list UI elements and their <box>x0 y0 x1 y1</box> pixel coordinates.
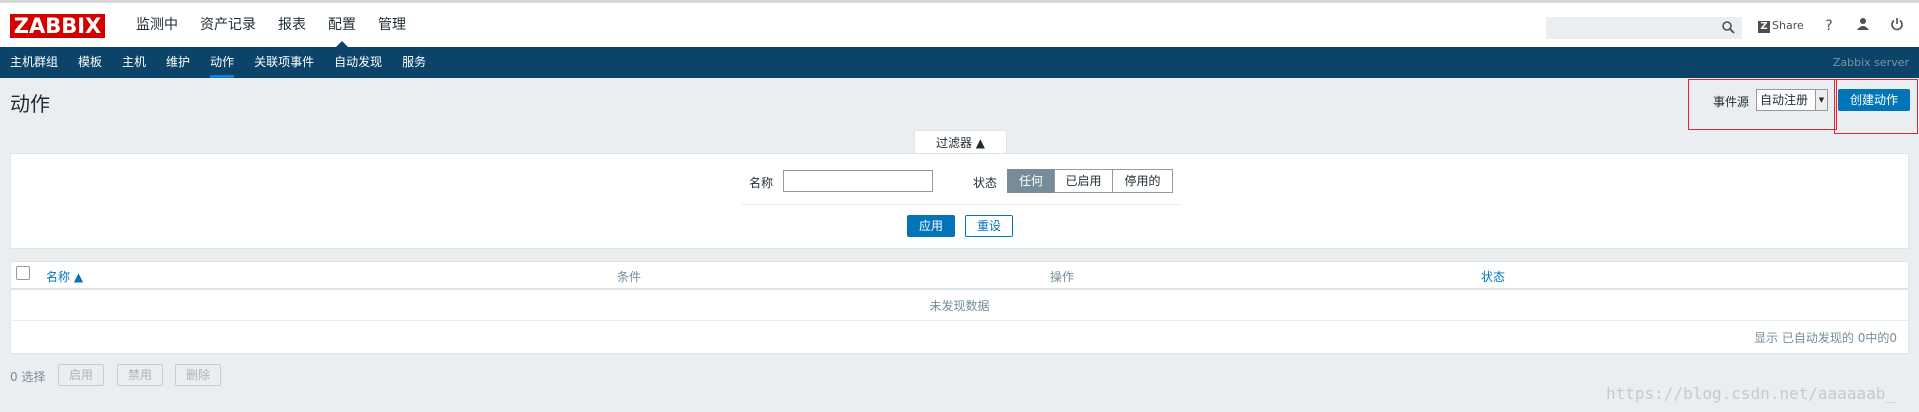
top-header: ZABBIX 监测中 资产记录 报表 配置 管理 Z Share ? <box>0 0 1919 48</box>
no-data-message: 未发现数据 <box>929 299 990 313</box>
subnav-templates[interactable]: 模板 <box>68 47 112 78</box>
filter-name-input[interactable] <box>783 170 933 192</box>
create-action-button[interactable]: 创建动作 <box>1838 89 1910 111</box>
main-nav-inventory[interactable]: 资产记录 <box>189 3 267 47</box>
status-option-any[interactable]: 任何 <box>1007 169 1055 193</box>
paging-info: 显示 已自动发现的 0中的0 <box>1754 331 1897 345</box>
column-header-conditions: 条件 <box>617 270 642 284</box>
status-option-disabled[interactable]: 停用的 <box>1112 169 1173 193</box>
search-input[interactable] <box>1546 17 1742 39</box>
main-nav-reports[interactable]: 报表 <box>267 3 317 47</box>
subnav-actions[interactable]: 动作 <box>200 47 244 78</box>
table-row-divider <box>11 320 1908 321</box>
bulk-disable-button[interactable]: 禁用 <box>117 364 163 386</box>
help-icon[interactable]: ? <box>1820 17 1838 35</box>
share-label: Share <box>1772 19 1804 32</box>
filter-tab[interactable]: 过滤器 ▲ <box>914 130 1007 154</box>
subnav-hosts[interactable]: 主机 <box>112 47 156 78</box>
share-button[interactable]: Z Share <box>1758 19 1804 33</box>
bulk-delete-button[interactable]: 删除 <box>175 364 221 386</box>
selected-count: 0 选择 <box>10 370 46 384</box>
main-nav-administration[interactable]: 管理 <box>367 3 417 47</box>
main-nav: 监测中 资产记录 报表 配置 管理 <box>125 3 417 48</box>
subnav-services[interactable]: 服务 <box>392 47 436 78</box>
dropdown-arrow-icon[interactable]: ▼ <box>1815 90 1827 110</box>
subnav-host-groups[interactable]: 主机群组 <box>0 47 68 78</box>
power-icon[interactable] <box>1888 17 1906 35</box>
subnav-event-correlation[interactable]: 关联项事件 <box>244 47 324 78</box>
zabbix-logo[interactable]: ZABBIX <box>10 14 105 38</box>
select-all-checkbox[interactable] <box>16 266 30 280</box>
status-option-enabled[interactable]: 已启用 <box>1054 169 1113 193</box>
filter-name-label: 名称 <box>749 176 774 190</box>
table-header-divider <box>11 288 1908 290</box>
event-source-select[interactable]: 自动注册 ▼ <box>1756 89 1828 111</box>
apply-button[interactable]: 应用 <box>907 215 955 237</box>
server-name: Zabbix server <box>1832 56 1909 69</box>
column-header-name[interactable]: 名称 ▲ <box>46 268 83 285</box>
event-source-value: 自动注册 <box>1760 93 1809 107</box>
filter-panel <box>10 153 1909 249</box>
filter-status-label: 状态 <box>973 176 998 190</box>
reset-button[interactable]: 重设 <box>965 215 1013 237</box>
bulk-enable-button[interactable]: 启用 <box>58 364 104 386</box>
main-nav-monitoring[interactable]: 监测中 <box>125 3 189 47</box>
search-icon[interactable] <box>1721 20 1737 36</box>
event-source-label: 事件源 <box>1713 95 1750 109</box>
zabbix-share-icon: Z <box>1758 21 1770 33</box>
watermark: https://blog.csdn.net/aaaaaab_ <box>1606 384 1895 403</box>
subnav-discovery[interactable]: 自动发现 <box>324 47 392 78</box>
column-header-status[interactable]: 状态 <box>1481 268 1505 285</box>
page-title: 动作 <box>10 92 50 116</box>
column-header-operations: 操作 <box>1050 270 1075 284</box>
user-icon[interactable] <box>1854 17 1872 35</box>
main-nav-configuration[interactable]: 配置 <box>317 3 367 48</box>
sub-nav: 主机群组 模板 主机 维护 动作 关联项事件 自动发现 服务 Zabbix se… <box>0 47 1919 78</box>
filter-divider <box>742 204 1182 205</box>
subnav-maintenance[interactable]: 维护 <box>156 47 200 78</box>
